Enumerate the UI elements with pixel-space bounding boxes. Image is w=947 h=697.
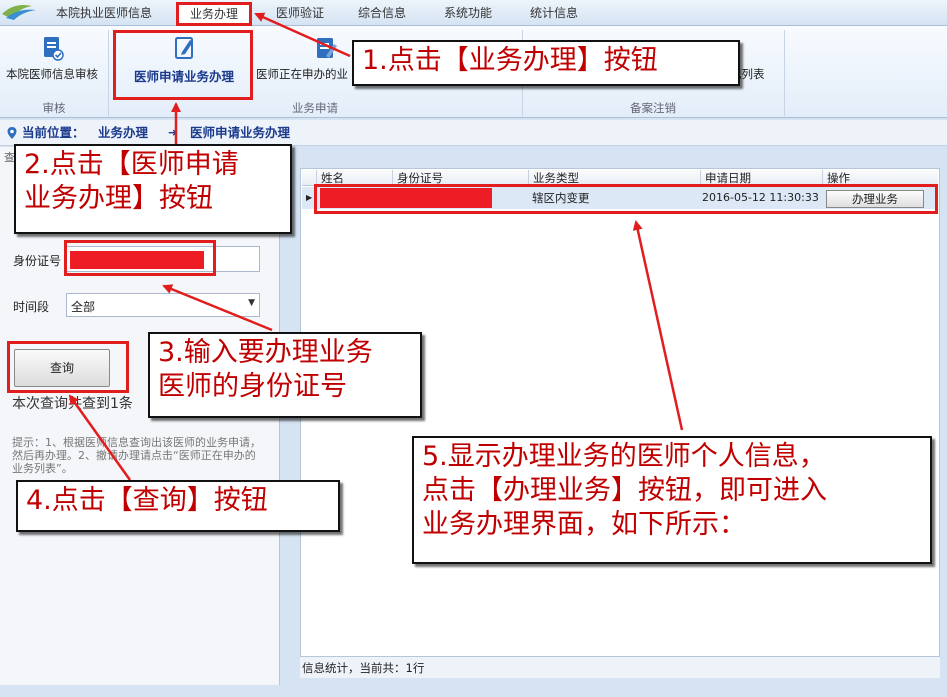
annotation-step2: 2.点击【医师申请 业务办理】按钮 — [14, 144, 292, 234]
annotation-step3: 3.输入要办理业务 医师的身份证号 — [148, 332, 422, 418]
annotation-step5: 5.显示办理业务的医师个人信息， 点击【办理业务】按钮，即可进入 业务办理界面，… — [412, 436, 932, 564]
annotation-line: 医师的身份证号 — [158, 371, 347, 402]
annotation-arrows — [68, 12, 684, 481]
annotation-line: 5.显示办理业务的医师个人信息， — [422, 441, 826, 472]
annotation-line: 3.输入要办理业务 — [158, 337, 373, 368]
annotation-line: 业务办理】按钮 — [24, 183, 213, 214]
annotation-line: 点击【办理业务】按钮，即可进入 — [422, 475, 827, 506]
annotation-line: 业务办理界面，如下所示： — [422, 509, 746, 540]
annotation-line: 2.点击【医师申请 — [24, 149, 239, 180]
annotation-step4: 4.点击【查询】按钮 — [16, 480, 340, 532]
annotation-step1: 1.点击【业务办理】按钮 — [352, 40, 740, 86]
